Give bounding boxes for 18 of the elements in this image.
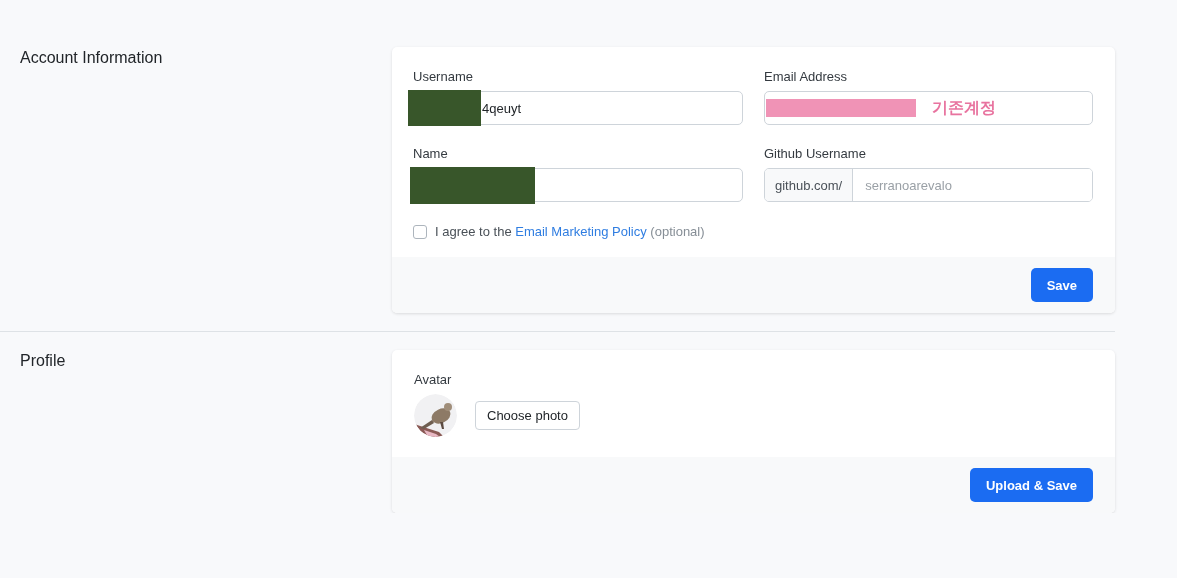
field-label: Avatar bbox=[414, 372, 453, 388]
choose-photo-button[interactable]: Choose photo bbox=[475, 401, 580, 430]
field-label: Name bbox=[413, 146, 449, 162]
policy-link[interactable]: Email Marketing Policy bbox=[515, 224, 647, 239]
text-input[interactable]: 4qeuyt bbox=[481, 92, 742, 124]
section-title: Account Information bbox=[19, 48, 164, 68]
section-title: Profile bbox=[19, 351, 67, 371]
upload-save-button[interactable]: Upload & Save bbox=[969, 468, 1093, 502]
field-label: Github Username bbox=[764, 146, 867, 162]
annotation-text: 기존계정 bbox=[932, 97, 996, 118]
url-prefix: github.com/ bbox=[765, 169, 854, 201]
text-field[interactable] bbox=[413, 168, 743, 202]
checkbox[interactable] bbox=[413, 224, 427, 239]
github-username-field[interactable]: github.com/ serranoarevalo bbox=[764, 168, 1093, 202]
consent-text: I agree to the Email Marketing Policy (optional) bbox=[435, 224, 705, 239]
field-label: Username bbox=[413, 69, 474, 85]
field-label: Email Address bbox=[764, 69, 849, 85]
save-button[interactable]: Save bbox=[1030, 268, 1093, 302]
